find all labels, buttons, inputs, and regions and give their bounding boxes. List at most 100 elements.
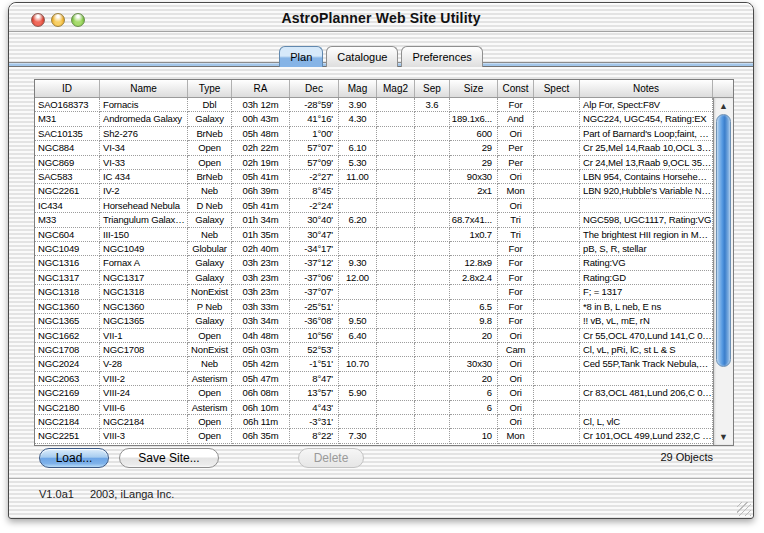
cell-spect <box>534 141 580 155</box>
cell-mag2 <box>377 285 415 299</box>
table-row[interactable]: SAC583IC 434BrNeb05h 41m-2°27'11.0090x30… <box>35 170 733 184</box>
column-header-notes[interactable]: Notes <box>580 80 713 97</box>
cell-ra: 02h 22m <box>232 141 290 155</box>
cell-mag2 <box>377 98 415 112</box>
cell-mag2 <box>377 300 415 314</box>
cell-sep <box>415 401 450 415</box>
table-row[interactable]: NGC2063VIII-2Asterism05h 47m8°47'20Ori <box>35 372 733 386</box>
cell-dec: 4°43' <box>290 401 339 415</box>
cell-id: SAC583 <box>35 170 100 184</box>
cell-id: NGC2261 <box>35 184 100 198</box>
cell-id: NGC1360 <box>35 300 100 314</box>
cell-notes: Cr 25,Mel 14,Raab 10,OCL 35... <box>580 141 713 155</box>
table-row[interactable]: SAC10135Sh2-276BrNeb05h 48m1°00'600OriPa… <box>35 127 733 141</box>
cell-size <box>450 242 498 256</box>
cell-name: NGC1365 <box>100 314 188 328</box>
table-row[interactable]: NGC869VI-33Open02h 19m57°09'5.3029PerCr … <box>35 156 733 170</box>
cell-sep <box>415 256 450 270</box>
cell-const: Per <box>498 156 534 170</box>
table-row[interactable]: NGC2251VIII-3Open06h 35m8°22'7.3010MonCr… <box>35 429 733 443</box>
cell-id: NGC869 <box>35 156 100 170</box>
scroll-up-icon[interactable]: ▲ <box>714 100 733 112</box>
cell-spect <box>534 184 580 198</box>
cell-mag <box>339 372 377 386</box>
tab-preferences[interactable]: Preferences <box>401 46 482 67</box>
table-row[interactable]: NGC1317NGC1317Galaxy03h 23m-37°06'12.002… <box>35 271 733 285</box>
cell-size: 68.7x41... <box>450 213 498 227</box>
save-site-button[interactable]: Save Site... <box>119 448 219 468</box>
column-header-spect[interactable]: Spect <box>534 80 580 97</box>
column-header-sep[interactable]: Sep <box>415 80 450 97</box>
cell-spect <box>534 256 580 270</box>
cell-const: Tri <box>498 213 534 227</box>
table-row[interactable]: NGC2184NGC2184Open06h 11m-3°31'OriCl, L,… <box>35 415 733 429</box>
resize-grip-icon[interactable] <box>737 502 751 516</box>
cell-size <box>450 343 498 357</box>
cell-name: Fornax A <box>100 256 188 270</box>
table-row[interactable]: NGC1360NGC1360P Neb03h 33m-25°51'6.5For*… <box>35 300 733 314</box>
scrollbar-thumb[interactable] <box>716 114 731 367</box>
table-row[interactable]: NGC1049NGC1049Globular02h 40m-34°17'Forp… <box>35 242 733 256</box>
cell-ra: 06h 35m <box>232 429 290 443</box>
cell-dec: -36°08' <box>290 314 339 328</box>
cell-notes: Cl, L, vlC <box>580 415 713 429</box>
cell-ra: 01h 35m <box>232 228 290 242</box>
cell-notes: Alp For, Spect:F8V <box>580 98 713 112</box>
table-row[interactable]: NGC2024V-28Neb05h 42m-1°51'10.7030x30Ori… <box>35 357 733 371</box>
cell-size: 29 <box>450 156 498 170</box>
cell-dec: 8°22' <box>290 429 339 443</box>
version-label: V1.0a1 <box>39 488 74 500</box>
tab-plan[interactable]: Plan <box>279 46 323 67</box>
table-row[interactable]: NGC604III-150Neb01h 35m30°47'1x0.7TriThe… <box>35 228 733 242</box>
column-header-dec[interactable]: Dec <box>290 80 339 97</box>
table-row[interactable]: NGC2261IV-2Neb06h 39m8°45'2x1MonLBN 920,… <box>35 184 733 198</box>
cell-spect <box>534 429 580 443</box>
cell-const: Ori <box>498 127 534 141</box>
column-header-const[interactable]: Const <box>498 80 534 97</box>
table-row[interactable]: NGC1316Fornax AGalaxy03h 23m-37°12'9.301… <box>35 256 733 270</box>
cell-type: Asterism <box>188 372 232 386</box>
cell-notes: NGC224, UGC454, Rating:EX <box>580 112 713 126</box>
column-header-size[interactable]: Size <box>450 80 498 97</box>
cell-name: NGC1708 <box>100 343 188 357</box>
table-row[interactable]: NGC1365NGC1365Galaxy03h 34m-36°08'9.509.… <box>35 314 733 328</box>
table-row[interactable]: NGC2180VIII-6Asterism06h 10m4°43'6Ori <box>35 401 733 415</box>
cell-mag: 11.00 <box>339 170 377 184</box>
table-row[interactable]: NGC1708NGC1708NonExist05h 03m52°53'CamCl… <box>35 343 733 357</box>
column-header-type[interactable]: Type <box>188 80 232 97</box>
cell-dec: 30°47' <box>290 228 339 242</box>
vertical-scrollbar[interactable]: ▲ ▼ <box>713 98 733 445</box>
table-row[interactable]: SAO168373FornacisDbl03h 12m-28°59'3.903.… <box>35 98 733 112</box>
cell-id: M31 <box>35 112 100 126</box>
column-header-name[interactable]: Name <box>100 80 188 97</box>
cell-id: NGC1662 <box>35 329 100 343</box>
cell-dec: -25°51' <box>290 300 339 314</box>
table-row[interactable]: NGC1662VII-1Open04h 48m10°56'6.4020OriCr… <box>35 329 733 343</box>
cell-ra: 02h 40m <box>232 242 290 256</box>
cell-type: Open <box>188 156 232 170</box>
tab-catalogue[interactable]: Catalogue <box>326 46 398 67</box>
cell-type: Open <box>188 329 232 343</box>
column-header-id[interactable]: ID <box>35 80 100 97</box>
table-row[interactable]: NGC884VI-34Open02h 22m57°07'6.1029PerCr … <box>35 141 733 155</box>
table-row[interactable]: NGC2169VIII-24Open06h 08m13°57'5.906OriC… <box>35 386 733 400</box>
cell-spect <box>534 242 580 256</box>
cell-sep: 3.6 <box>415 98 450 112</box>
column-header-ra[interactable]: RA <box>232 80 290 97</box>
column-header-mag2[interactable]: Mag2 <box>377 80 415 97</box>
delete-button[interactable]: Delete <box>298 448 364 468</box>
table-row[interactable]: M33Triangulum Galaxy, Pinwh...Galaxy01h … <box>35 213 733 227</box>
load-button[interactable]: Load... <box>39 448 109 468</box>
cell-size <box>450 98 498 112</box>
cell-ra: 03h 23m <box>232 256 290 270</box>
cell-mag <box>339 401 377 415</box>
table-row[interactable]: M31Andromeda GalaxyGalaxy00h 43m41°16'4.… <box>35 112 733 126</box>
title-bar[interactable]: AstroPlanner Web Site Utility <box>9 3 753 32</box>
column-header-mag[interactable]: Mag <box>339 80 377 97</box>
table-row[interactable]: IC434Horsehead NebulaD Neb05h 41m-2°24'O… <box>35 199 733 213</box>
cell-size: 20 <box>450 372 498 386</box>
scroll-down-icon[interactable]: ▼ <box>714 431 733 443</box>
cell-spect <box>534 343 580 357</box>
cell-sep <box>415 141 450 155</box>
table-row[interactable]: NGC1318NGC1318NonExist03h 23m-37°07'ForF… <box>35 285 733 299</box>
